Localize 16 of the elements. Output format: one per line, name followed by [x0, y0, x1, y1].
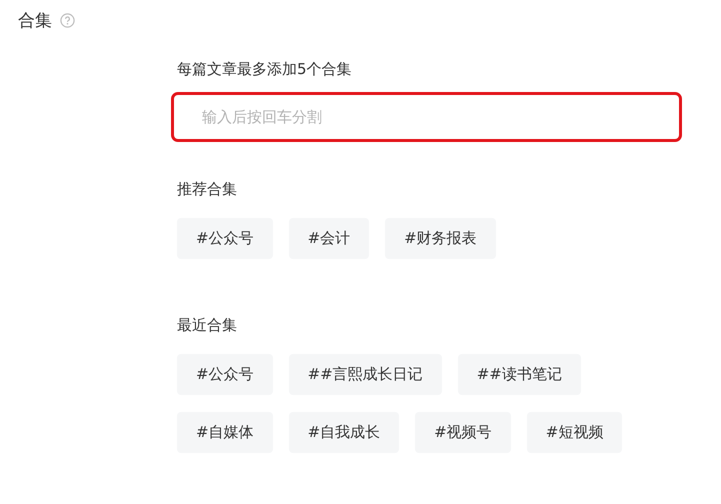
- section-title: 合集: [18, 10, 52, 32]
- help-icon[interactable]: [60, 13, 75, 28]
- collection-tag[interactable]: ##读书笔记: [458, 354, 581, 395]
- collection-tag[interactable]: ##言熙成长日记: [288, 354, 442, 395]
- collection-tag[interactable]: #会计: [288, 218, 370, 259]
- collection-tag[interactable]: #自媒体: [177, 412, 273, 453]
- collection-tag[interactable]: #公众号: [177, 354, 273, 395]
- collection-tag[interactable]: #视频号: [415, 412, 511, 453]
- collection-tag[interactable]: #短视频: [526, 412, 622, 453]
- collection-tag[interactable]: #自我成长: [288, 412, 400, 453]
- collection-tag[interactable]: #公众号: [177, 218, 273, 259]
- collection-tag[interactable]: #财务报表: [385, 218, 496, 259]
- recent-heading: 最近合集: [177, 316, 238, 335]
- limit-label: 每篇文章最多添加5个合集: [177, 60, 353, 79]
- collection-input[interactable]: 输入后按回车分割: [171, 92, 682, 142]
- recommended-heading: 推荐合集: [177, 180, 238, 199]
